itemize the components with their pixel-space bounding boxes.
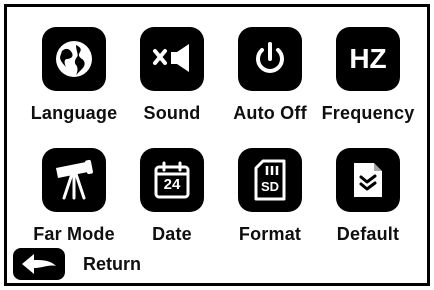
menu-item-sound[interactable]: Sound	[117, 27, 227, 157]
telescope-icon	[42, 148, 106, 212]
sd-card-text: SD	[260, 179, 280, 194]
hz-icon: HZ	[336, 27, 400, 91]
menu-item-label: Format	[238, 224, 302, 244]
reset-document-icon	[336, 148, 400, 212]
globe-icon	[42, 27, 106, 91]
menu-item-frequency[interactable]: HZ Frequency	[313, 27, 423, 157]
calendar-icon: 24	[140, 148, 204, 212]
sound-mute-icon	[140, 27, 204, 91]
return-label: Return	[83, 253, 141, 274]
menu-item-label: Far Mode	[33, 224, 115, 244]
menu-item-label: Date	[152, 224, 192, 244]
return-button[interactable]: Return	[13, 247, 173, 281]
menu-item-label: Auto Off	[233, 103, 307, 123]
menu-item-language[interactable]: Language	[19, 27, 129, 157]
settings-screen: Language Sound Auto Off HZ Frequency Far…	[4, 4, 430, 286]
back-arrow-icon	[13, 248, 65, 280]
calendar-day-text: 24	[163, 176, 181, 193]
sd-card-icon: SD	[238, 148, 302, 212]
menu-item-format[interactable]: SD Format	[215, 148, 325, 278]
menu-item-label: Default	[336, 224, 400, 244]
menu-item-default[interactable]: Default	[313, 148, 423, 278]
hz-icon-text: HZ	[349, 43, 387, 74]
menu-item-label: Language	[30, 103, 118, 123]
power-icon	[238, 27, 302, 91]
menu-item-label: Sound	[143, 103, 201, 123]
menu-item-label: Frequency	[321, 103, 415, 123]
menu-item-auto-off[interactable]: Auto Off	[215, 27, 325, 157]
